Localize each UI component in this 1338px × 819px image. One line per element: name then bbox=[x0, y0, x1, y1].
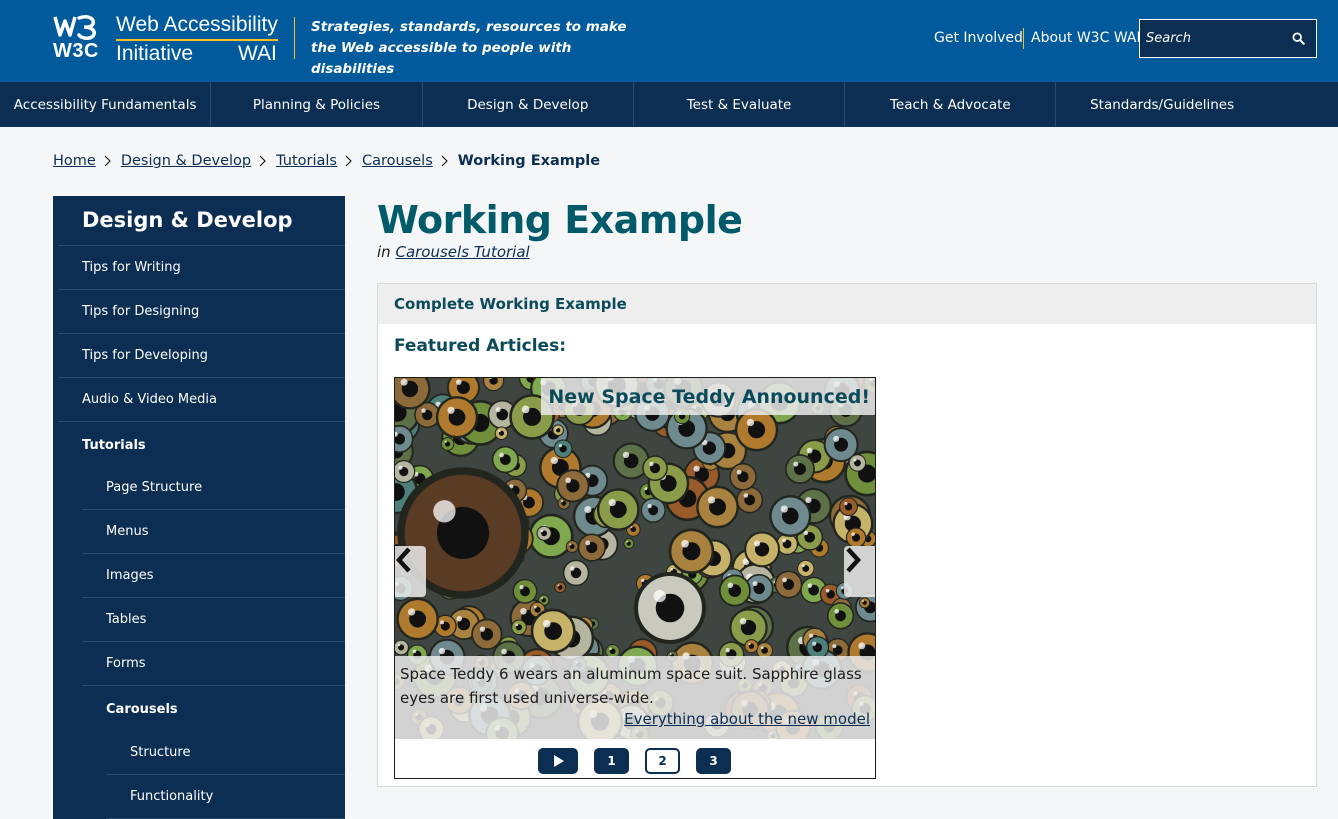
slide-caption-link[interactable]: Everything about the new model bbox=[624, 710, 870, 728]
slide-2-button[interactable]: 2 bbox=[645, 748, 680, 774]
carousels-tutorial-link[interactable]: Carousels Tutorial bbox=[395, 243, 529, 261]
example-box-header: Complete Working Example bbox=[378, 284, 1316, 324]
play-icon bbox=[553, 755, 564, 767]
slide-1-button[interactable]: 1 bbox=[594, 748, 629, 774]
sidebar-item-menus[interactable]: Menus bbox=[82, 510, 345, 554]
sidebar-item-tips-for-writing[interactable]: Tips for Writing bbox=[58, 246, 345, 290]
next-slide-button[interactable] bbox=[844, 546, 875, 597]
featured-articles-heading: Featured Articles: bbox=[394, 336, 567, 356]
sidebar-heading[interactable]: Design & Develop bbox=[82, 208, 293, 232]
logo-title: Web Accessibility bbox=[116, 13, 278, 36]
top-links-divider bbox=[1023, 28, 1024, 49]
sidebar-item-tips-for-designing[interactable]: Tips for Designing bbox=[58, 290, 345, 334]
search-icon bbox=[1291, 32, 1305, 45]
sidebar-item-images[interactable]: Images bbox=[82, 554, 345, 598]
nav-item-test-evaluate[interactable]: Test & Evaluate bbox=[634, 82, 846, 127]
sidebar-item-page-structure[interactable]: Page Structure bbox=[82, 466, 345, 510]
chevron-left-icon bbox=[395, 547, 411, 573]
w3c-text: W3C bbox=[53, 40, 99, 62]
site-header: W3C Web Accessibility Initiative WAI Str… bbox=[0, 0, 1338, 82]
sidebar-item-tables[interactable]: Tables bbox=[82, 598, 345, 642]
search-button[interactable] bbox=[1280, 20, 1316, 57]
breadcrumb-current: Working Example bbox=[457, 153, 601, 169]
chevron-right-icon bbox=[441, 155, 448, 167]
breadcrumb-carousels[interactable]: Carousels bbox=[362, 153, 433, 169]
main-nav: Accessibility Fundamentals Planning & Po… bbox=[0, 82, 1338, 127]
carousel-slide: New Space Teddy Announced! Space Teddy 6… bbox=[395, 378, 875, 739]
play-button[interactable] bbox=[538, 748, 578, 774]
sidebar-item-forms[interactable]: Forms bbox=[82, 642, 345, 686]
get-involved-link[interactable]: Get Involved bbox=[934, 30, 1023, 46]
nav-item-teach-advocate[interactable]: Teach & Advocate bbox=[845, 82, 1057, 127]
nav-item-standards-guidelines[interactable]: Standards/Guidelines bbox=[1056, 82, 1267, 127]
sidebar-item-audio-video-media[interactable]: Audio & Video Media bbox=[58, 378, 345, 422]
logo-divider bbox=[116, 39, 278, 41]
slide-title[interactable]: New Space Teddy Announced! bbox=[541, 378, 875, 415]
nav-item-design-develop[interactable]: Design & Develop bbox=[423, 82, 634, 127]
about-w3c-wai-link[interactable]: About W3C WAI bbox=[1031, 30, 1141, 46]
nav-item-accessibility-fundamentals[interactable]: Accessibility Fundamentals bbox=[0, 82, 212, 127]
tutorial-context: in Carousels Tutorial bbox=[377, 243, 530, 261]
tagline: Strategies, standards, resources to make… bbox=[311, 19, 627, 77]
page-title: Working Example bbox=[377, 198, 743, 242]
carousel: New Space Teddy Announced! Space Teddy 6… bbox=[394, 377, 876, 779]
slide-3-button[interactable]: 3 bbox=[696, 748, 731, 774]
w3c-logo-icon bbox=[53, 15, 97, 40]
sidebar-item-carousels[interactable]: Carousels bbox=[82, 686, 345, 732]
carousel-controls: 1 2 3 bbox=[395, 739, 875, 778]
w3c-wai-logo[interactable]: W3C Web Accessibility Initiative WAI bbox=[53, 13, 279, 65]
chevron-right-icon bbox=[104, 155, 111, 167]
previous-slide-button[interactable] bbox=[395, 546, 426, 597]
slide-caption: Space Teddy 6 wears an aluminum space su… bbox=[395, 656, 875, 739]
breadcrumb-home[interactable]: Home bbox=[53, 153, 96, 169]
breadcrumb-tutorials[interactable]: Tutorials bbox=[276, 153, 337, 169]
breadcrumb: Home Design & Develop Tutorials Carousel… bbox=[53, 150, 600, 172]
logo-wai: WAI bbox=[238, 42, 277, 65]
chevron-right-icon bbox=[345, 155, 352, 167]
breadcrumb-design-develop[interactable]: Design & Develop bbox=[121, 153, 251, 169]
nav-item-planning-policies[interactable]: Planning & Policies bbox=[211, 82, 423, 127]
sidebar-item-tips-for-developing[interactable]: Tips for Developing bbox=[58, 334, 345, 378]
sidebar: Design & Develop Tips for Writing Tips f… bbox=[53, 196, 345, 819]
slide-caption-text: Space Teddy 6 wears an aluminum space su… bbox=[400, 665, 862, 707]
in-prefix: in bbox=[377, 243, 391, 261]
logo-subtitle: Initiative bbox=[116, 42, 194, 65]
example-box: Complete Working Example Featured Articl… bbox=[377, 283, 1317, 787]
search-form bbox=[1139, 19, 1317, 58]
tagline-divider bbox=[294, 17, 295, 59]
search-input[interactable] bbox=[1140, 20, 1280, 57]
sidebar-item-functionality[interactable]: Functionality bbox=[106, 775, 345, 819]
sidebar-item-structure[interactable]: Structure bbox=[106, 731, 345, 775]
sidebar-item-tutorials[interactable]: Tutorials bbox=[58, 422, 345, 468]
example-box-heading: Complete Working Example bbox=[394, 295, 627, 313]
chevron-right-icon bbox=[846, 547, 862, 573]
chevron-right-icon bbox=[259, 155, 266, 167]
